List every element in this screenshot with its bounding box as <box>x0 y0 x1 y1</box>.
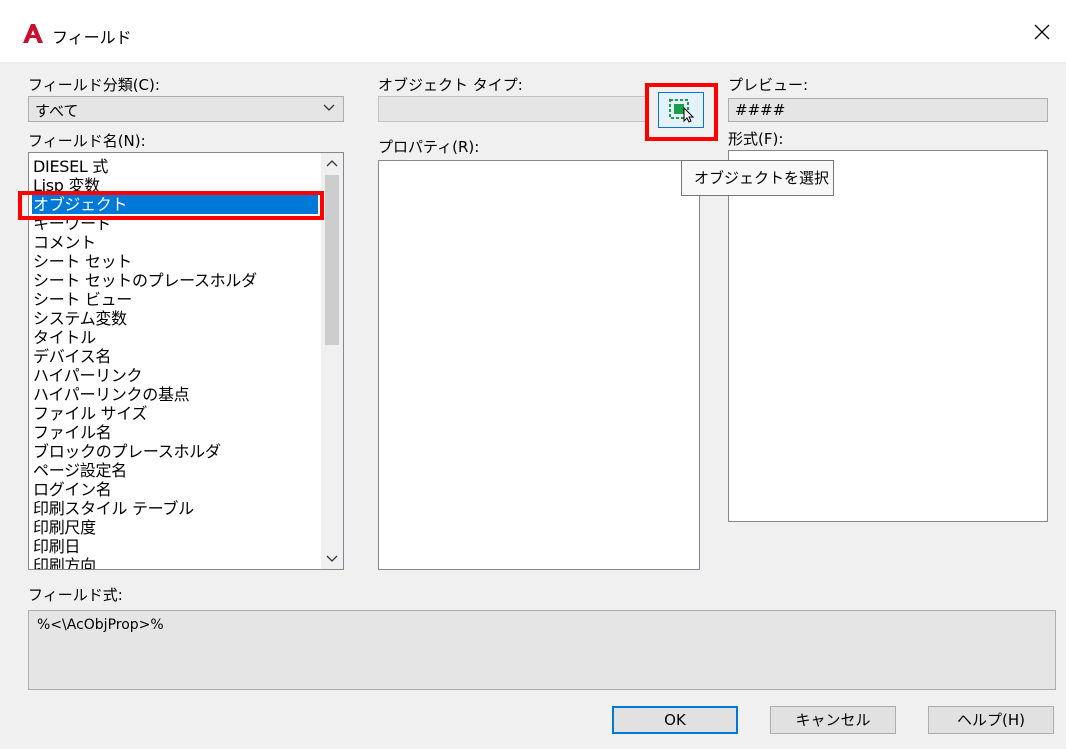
preview-field: #### <box>728 98 1048 122</box>
select-object-icon <box>669 99 695 123</box>
list-item[interactable]: 印刷スタイル テーブル <box>32 499 318 518</box>
autocad-a-icon <box>23 24 43 43</box>
window-title: フィールド <box>52 28 132 47</box>
select-object-button[interactable] <box>658 92 704 128</box>
list-item[interactable]: システム変数 <box>32 309 318 328</box>
field-names-list[interactable]: DIESEL 式 Lisp 変数 オブジェクト キーワード コメント シート セット シート… <box>28 152 344 570</box>
preview-label: プレビュー: <box>728 76 809 94</box>
list-item[interactable]: コメント <box>32 233 318 252</box>
list-scrollbar[interactable] <box>321 153 343 569</box>
list-item[interactable]: 印刷方向 <box>32 556 318 569</box>
list-item[interactable]: キーワード <box>32 214 318 233</box>
close-icon[interactable] <box>1024 14 1060 50</box>
format-label: 形式(F): <box>728 130 784 148</box>
list-item[interactable]: デバイス名 <box>32 347 318 366</box>
list-item[interactable]: ハイパーリンクの基点 <box>32 385 318 404</box>
list-item[interactable]: ログイン名 <box>32 480 318 499</box>
preview-value: #### <box>735 101 786 119</box>
field-category-label: フィールド分類(C): <box>28 76 160 94</box>
title-bar: フィールド <box>0 0 1066 62</box>
list-item[interactable]: 印刷日 <box>32 537 318 556</box>
chevron-down-icon[interactable] <box>321 549 343 569</box>
field-names-label: フィールド名(N): <box>28 132 146 150</box>
field-names-items: DIESEL 式 Lisp 変数 オブジェクト キーワード コメント シート セット シート… <box>32 157 318 569</box>
field-category-dropdown[interactable]: すべて <box>28 96 344 122</box>
field-expression-box[interactable]: %<\AcObjProp>% <box>28 610 1056 690</box>
chevron-up-icon[interactable] <box>321 153 343 173</box>
list-item[interactable]: ファイル名 <box>32 423 318 442</box>
properties-label: プロパティ(R): <box>378 138 480 156</box>
chevron-down-icon <box>323 104 335 111</box>
cancel-button[interactable]: キャンセル <box>770 706 896 734</box>
properties-list[interactable] <box>378 160 700 570</box>
select-object-tooltip: オブジェクトを選択 <box>681 160 834 196</box>
field-expression-value: %<\AcObjProp>% <box>37 617 164 633</box>
list-item[interactable]: ファイル サイズ <box>32 404 318 423</box>
list-item[interactable]: DIESEL 式 <box>32 157 318 176</box>
format-list[interactable] <box>728 150 1048 522</box>
list-item[interactable]: シート ビュー <box>32 290 318 309</box>
scrollbar-thumb[interactable] <box>325 175 339 345</box>
object-type-field <box>378 96 646 122</box>
list-item[interactable]: 印刷尺度 <box>32 518 318 537</box>
field-category-value: すべて <box>35 102 79 120</box>
list-item[interactable]: Lisp 変数 <box>32 176 318 195</box>
list-item[interactable]: ブロックのプレースホルダ <box>32 442 318 461</box>
field-expression-label: フィールド式: <box>28 586 123 604</box>
list-item[interactable]: タイトル <box>32 328 318 347</box>
object-type-label: オブジェクト タイプ: <box>378 76 523 94</box>
list-item[interactable]: オブジェクト <box>32 195 318 214</box>
list-item[interactable]: シート セット <box>32 252 318 271</box>
list-item[interactable]: ハイパーリンク <box>32 366 318 385</box>
help-button[interactable]: ヘルプ(H) <box>928 706 1054 734</box>
ok-button[interactable]: OK <box>612 706 738 734</box>
list-item[interactable]: シート セットのプレースホルダ <box>32 271 318 290</box>
list-item[interactable]: ページ設定名 <box>32 461 318 480</box>
